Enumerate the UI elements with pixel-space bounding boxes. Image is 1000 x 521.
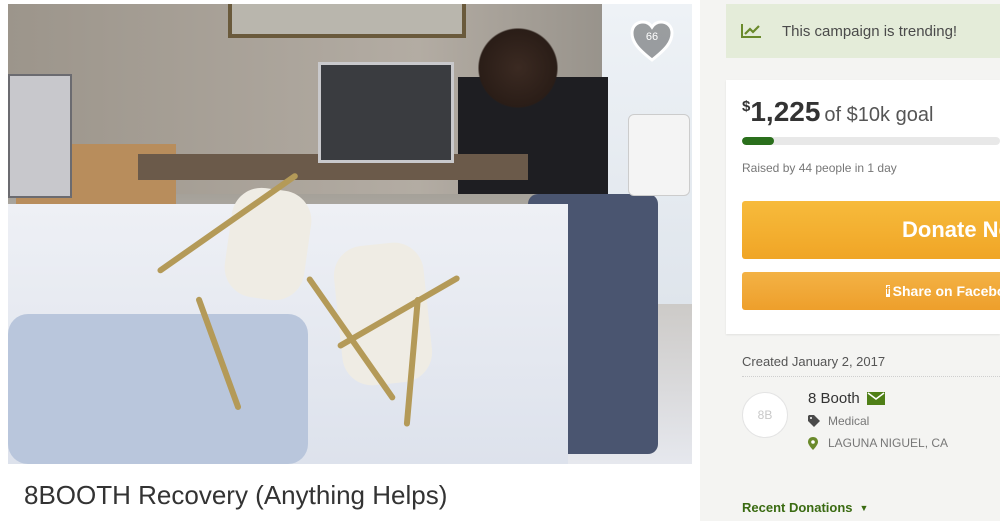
recent-donations-toggle[interactable]: Recent Donations ▼ bbox=[742, 500, 868, 515]
location-label: LAGUNA NIGUEL, CA bbox=[828, 436, 949, 450]
campaign-main: 66 8BOOTH Recovery (Anything Helps) bbox=[0, 0, 700, 521]
avatar[interactable]: 8B bbox=[742, 392, 788, 438]
photo-cup bbox=[628, 114, 690, 196]
campaign-title: 8BOOTH Recovery (Anything Helps) bbox=[24, 480, 448, 510]
location-row: LAGUNA NIGUEL, CA bbox=[808, 436, 948, 450]
goal-text: of $10k goal bbox=[824, 104, 934, 126]
photo-pillow bbox=[8, 314, 308, 464]
photo-frame bbox=[228, 4, 466, 38]
map-pin-icon bbox=[808, 436, 828, 450]
donation-card: $1,225 of $10k goal Raised by 44 people i… bbox=[726, 80, 1000, 334]
created-date: Created January 2, 2017 bbox=[742, 354, 886, 369]
campaign-photo[interactable] bbox=[8, 4, 692, 464]
tag-icon bbox=[808, 415, 828, 427]
divider bbox=[742, 376, 1000, 377]
photo-monitor bbox=[8, 74, 72, 198]
chevron-down-icon: ▼ bbox=[859, 502, 869, 513]
organizer-row: 8 Booth bbox=[808, 390, 885, 407]
heart-button[interactable]: 66 bbox=[628, 18, 676, 66]
category-label[interactable]: Medical bbox=[828, 414, 869, 428]
donate-button[interactable]: Donate Now bbox=[742, 201, 1000, 259]
raised-by-text: Raised by 44 people in 1 day bbox=[742, 161, 897, 175]
heart-count: 66 bbox=[645, 31, 659, 43]
recent-donations-label: Recent Donations bbox=[742, 500, 853, 515]
currency-symbol: $ bbox=[742, 98, 751, 115]
organizer-name[interactable]: 8 Booth bbox=[808, 390, 860, 407]
progress-bar bbox=[742, 137, 1000, 145]
share-label: Share on Facebook bbox=[892, 283, 1000, 299]
trending-text: This campaign is trending! bbox=[782, 22, 958, 40]
category-row: Medical bbox=[808, 414, 869, 428]
raised-amount: 1,225 bbox=[750, 96, 821, 127]
progress-fill bbox=[742, 137, 774, 145]
share-facebook-button[interactable]: fShare on Facebook bbox=[742, 272, 1000, 310]
facebook-icon: f bbox=[886, 285, 890, 297]
envelope-icon[interactable] bbox=[866, 392, 885, 405]
photo-laptop bbox=[318, 62, 454, 163]
amount-raised: $1,225 of $10k goal bbox=[742, 96, 933, 128]
trending-banner: This campaign is trending! bbox=[726, 4, 1000, 58]
trending-chart-icon bbox=[740, 23, 762, 39]
